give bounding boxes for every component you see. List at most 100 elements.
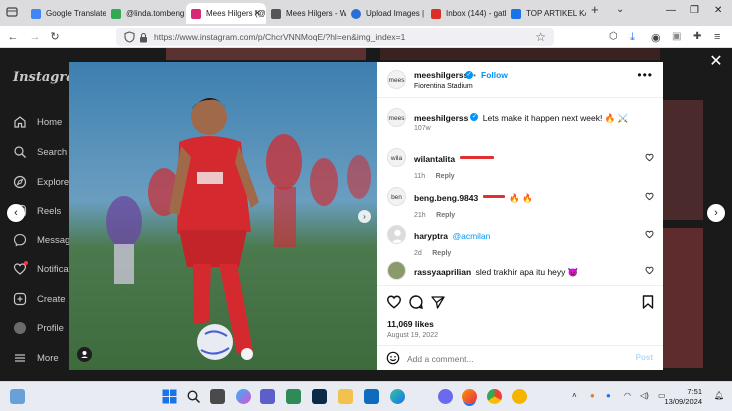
reply-button[interactable]: Reply	[436, 212, 455, 219]
shield-icon[interactable]	[124, 31, 135, 43]
browser-tab[interactable]: Google Translate	[26, 3, 106, 24]
commenter-avatar[interactable]: ben	[387, 187, 406, 206]
comment-input[interactable]	[407, 351, 617, 366]
post-photo[interactable]: ›	[69, 62, 377, 370]
wifi-icon[interactable]: ◠	[624, 391, 631, 400]
sidebar-item-label: Messages	[37, 234, 69, 246]
chrome-icon[interactable]	[487, 389, 502, 404]
more-options-icon[interactable]: •••	[637, 68, 653, 82]
extensions-puzzle-icon[interactable]: ✚	[693, 31, 705, 43]
next-image-icon[interactable]: ›	[358, 210, 371, 223]
sidebar-item-messages[interactable]: Messages	[13, 232, 69, 248]
tab-label: Inbox (144) - gath	[446, 9, 506, 18]
emoji-icon[interactable]	[386, 351, 400, 365]
account-icon[interactable]: ◉	[651, 31, 663, 44]
previous-post-arrow-icon[interactable]: ‹	[7, 204, 25, 222]
notification-bell-icon[interactable]: 🔔︎	[714, 391, 724, 400]
sidebar-item-more[interactable]: More	[13, 350, 59, 366]
file-explorer-icon[interactable]	[338, 389, 353, 404]
downloads-icon[interactable]: ⤓	[630, 31, 642, 43]
reply-button[interactable]: Reply	[432, 250, 451, 257]
comment-mention[interactable]: @acmilan	[452, 231, 490, 241]
browser-tab[interactable]: Mees Hilgers - Wi	[266, 3, 346, 24]
start-windows-icon[interactable]	[162, 389, 177, 404]
back-icon[interactable]: ←	[6, 30, 20, 44]
close-modal-icon[interactable]: ✕	[708, 54, 724, 70]
tray-app-icon[interactable]: ●	[606, 391, 611, 400]
notepad-icon[interactable]	[286, 389, 301, 404]
browser-tab[interactable]: @linda.tombeng	[106, 3, 186, 24]
share-paper-plane-icon[interactable]	[430, 294, 446, 310]
like-comment-heart-icon[interactable]	[645, 266, 654, 275]
volume-icon[interactable]: ◁)	[640, 391, 649, 400]
next-post-arrow-icon[interactable]: ›	[707, 204, 725, 222]
background-post-thumbnail	[663, 100, 703, 220]
commenter-username[interactable]: beng.beng.9843	[414, 193, 478, 203]
sidebar-item-explore[interactable]: Explore	[13, 174, 69, 190]
minimize-icon[interactable]: —	[666, 5, 676, 16]
commenter-avatar[interactable]	[387, 261, 406, 280]
photoshop-icon[interactable]	[312, 389, 327, 404]
like-comment-heart-icon[interactable]	[645, 153, 654, 162]
show-hidden-icons-icon[interactable]: ˄	[572, 391, 577, 400]
browser-tab-active[interactable]: Mees Hilgers (@ ✕	[186, 3, 266, 24]
author-username[interactable]: meeshilgerss	[414, 70, 468, 80]
tab-overview-icon[interactable]	[6, 6, 18, 18]
firefox-icon[interactable]	[462, 389, 477, 404]
save-bookmark-icon[interactable]	[640, 294, 656, 310]
bookmark-star-icon[interactable]: ☆	[535, 30, 546, 44]
window-close-icon[interactable]: ✕	[714, 5, 722, 16]
restore-icon[interactable]: ❐	[690, 5, 699, 16]
post-location[interactable]: Fiorentina Stadium	[414, 83, 473, 90]
tab-close-icon[interactable]: ✕	[253, 8, 261, 19]
navigation-toolbar: ← → ↻ https://www.instagram.com/p/ChcrVN…	[0, 26, 732, 48]
app-icon[interactable]	[438, 389, 453, 404]
commenter-avatar[interactable]	[387, 225, 406, 244]
comment-bubble-icon[interactable]	[408, 294, 424, 310]
teams-icon[interactable]	[260, 389, 275, 404]
redacted-comment-mark	[459, 156, 494, 160]
commenter-avatar[interactable]: wila	[387, 148, 406, 167]
outlook-icon[interactable]	[364, 389, 379, 404]
author-avatar[interactable]: mees	[387, 70, 406, 89]
tab-label: Google Translate	[46, 9, 106, 18]
post-comment-button[interactable]: Post	[636, 353, 653, 362]
browser-tab[interactable]: Inbox (144) - gath	[426, 3, 506, 24]
commenter-username[interactable]: haryptra	[414, 231, 448, 241]
copilot-icon[interactable]	[236, 389, 251, 404]
caption-username[interactable]: meeshilgerss	[414, 113, 468, 123]
sidebar-item-create[interactable]: Create	[13, 291, 66, 307]
extension-icon[interactable]: ▣	[672, 31, 684, 43]
task-view-icon[interactable]	[210, 389, 225, 404]
new-tab-icon[interactable]: +	[591, 2, 599, 17]
reload-icon[interactable]: ↻	[48, 30, 62, 44]
like-comment-heart-icon[interactable]	[645, 192, 654, 201]
pocket-icon[interactable]: ⬡	[609, 31, 621, 43]
weather-widget-icon[interactable]	[10, 389, 25, 404]
likes-count[interactable]: 11,069 likes	[387, 319, 434, 329]
edge-icon[interactable]	[390, 389, 405, 404]
browser-tab[interactable]: TOP ARTIKEL KAN	[506, 3, 586, 24]
taskbar-search-icon[interactable]	[186, 389, 201, 404]
app-menu-icon[interactable]: ≡	[714, 31, 726, 43]
caption-avatar[interactable]: mees	[387, 108, 406, 127]
commenter-username[interactable]: rassyaaprilian	[414, 267, 471, 277]
list-tabs-icon[interactable]: ⌄	[616, 4, 624, 15]
forward-icon[interactable]: →	[28, 30, 42, 44]
maps-app-icon[interactable]	[512, 389, 527, 404]
like-comment-heart-icon[interactable]	[645, 230, 654, 239]
tagged-users-icon[interactable]	[77, 347, 92, 362]
address-bar[interactable]: https://www.instagram.com/p/ChcrVNNMoqE/…	[116, 28, 554, 46]
sidebar-item-notifications[interactable]: Notifications	[13, 261, 69, 277]
system-clock[interactable]: 7:51 13/09/2024	[664, 387, 702, 407]
browser-tab[interactable]: Upload Images | A	[346, 3, 426, 24]
commenter-username[interactable]: wilantalita	[414, 154, 455, 164]
follow-button[interactable]: Follow	[481, 70, 508, 80]
sidebar-item-search[interactable]: Search	[13, 144, 67, 160]
lock-icon[interactable]	[139, 32, 148, 43]
sidebar-item-home[interactable]: Home	[13, 114, 62, 130]
tray-app-icon[interactable]: ●	[590, 391, 595, 400]
like-heart-icon[interactable]	[386, 294, 402, 310]
sidebar-item-profile[interactable]: Profile	[13, 320, 64, 336]
reply-button[interactable]: Reply	[436, 173, 455, 180]
